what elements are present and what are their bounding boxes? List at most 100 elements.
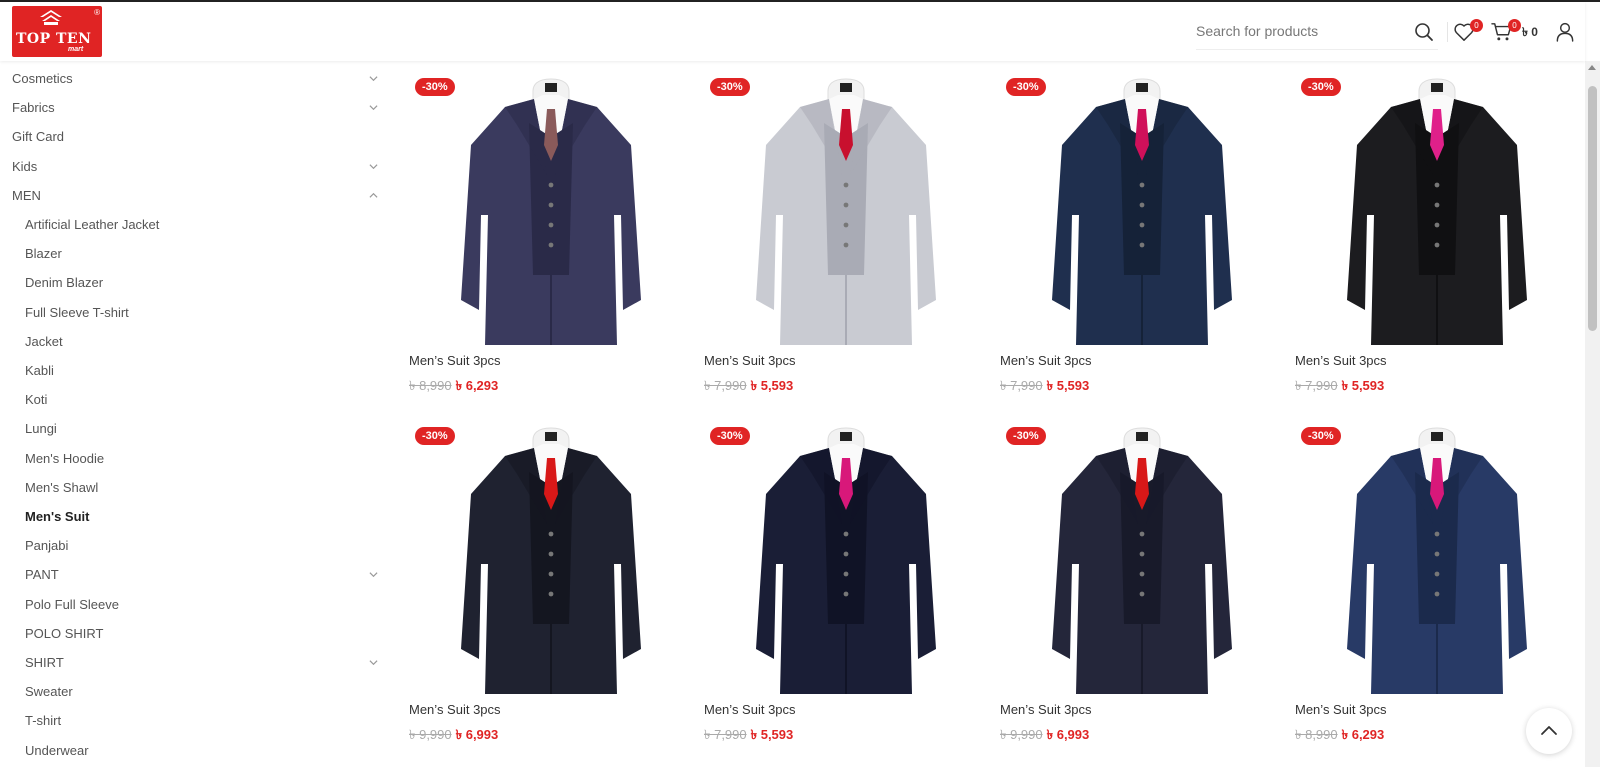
logo-subtext: mart [68,46,84,53]
discount-badge: -30% [1301,78,1341,96]
logo-roof-icon [40,10,62,25]
sidebar-item[interactable]: Panjabi [25,531,382,560]
product-image[interactable] [1295,414,1579,694]
sidebar-item[interactable]: Gift Card [12,122,382,151]
sidebar-item[interactable]: Koti [25,385,382,414]
sidebar-item-label: Panjabi [25,538,69,554]
sidebar-item-label: Men's Shawl [25,479,99,495]
product-image[interactable] [1295,65,1579,345]
old-price: ৳ 7,990 [704,378,747,393]
sidebar-item[interactable]: SHIRT [25,648,382,677]
sidebar-item-label: T-shirt [25,713,62,729]
search-icon[interactable] [1414,22,1434,42]
sidebar-item-label: Polo Full Sleeve [25,596,119,612]
sidebar-item-label: Fabrics [12,100,55,116]
discount-badge: -30% [710,427,750,445]
chevron-down-icon[interactable] [369,162,378,171]
chevron-up-icon[interactable] [369,191,378,200]
product-image[interactable] [704,414,988,694]
old-price: ৳ 9,990 [1000,727,1043,742]
scroll-up-arrow-icon[interactable] [1588,65,1596,70]
discount-badge: -30% [415,78,455,96]
sidebar-item-label: Denim Blazer [25,275,104,291]
wishlist-button[interactable]: 0 [1453,19,1483,44]
sidebar-item[interactable]: Men's Hoodie [25,444,382,473]
chevron-down-icon[interactable] [369,103,378,112]
sale-price: ৳ 6,993 [1046,727,1090,742]
product-image[interactable] [409,65,693,345]
sidebar-item[interactable]: Underwear [25,736,382,765]
product-grid: -30% Men’s Suit 3pcs ৳ 8,990 ৳ 6,293 -30% Men… [390,61,1585,767]
logo-text: TOP TEN [16,31,92,47]
discount-badge: -30% [1301,427,1341,445]
search-input[interactable] [1196,18,1401,44]
category-sidebar: Cosmetics Fabrics Gift Card Kids MEN Artifici… [0,61,390,767]
old-price: ৳ 7,990 [1295,378,1338,393]
sidebar-item[interactable]: Sweater [25,677,382,706]
sidebar-item-label: Lungi [25,421,57,437]
scroll-to-top-button[interactable] [1526,708,1572,754]
old-price: ৳ 8,990 [409,378,452,393]
sidebar-item-label: Kabli [25,363,54,378]
sidebar-item-label: Men's Suit [25,509,90,524]
site-header: TOP TEN mart ® 0 0 ৳ 0 [0,2,1585,61]
product-name[interactable]: Men’s Suit 3pcs [1295,353,1387,368]
site-logo[interactable]: TOP TEN mart ® [12,6,102,57]
product-price: ৳ 8,990 ৳ 6,293 [1295,726,1384,747]
sidebar-item[interactable]: Men's Shawl [25,473,382,502]
sidebar-item-label: Cosmetics [12,71,73,86]
sidebar-item[interactable]: Jacket [25,327,382,356]
cart-button[interactable]: 0 [1491,19,1521,44]
product-price: ৳ 7,990 ৳ 5,593 [704,377,793,398]
product-name[interactable]: Men’s Suit 3pcs [704,353,796,368]
sidebar-item[interactable]: Kids [12,152,382,181]
chevron-down-icon[interactable] [369,74,378,83]
sidebar-item-label: MEN [12,187,41,203]
sidebar-item[interactable]: Fabrics [12,93,382,122]
page-scrollbar[interactable] [1585,61,1600,767]
product-price: ৳ 7,990 ৳ 5,593 [704,726,793,747]
discount-badge: -30% [1006,78,1046,96]
sidebar-item[interactable]: Denim Blazer [25,268,382,297]
sidebar-item-label: Artificial Leather Jacket [25,217,160,232]
sidebar-item-label: Kids [12,158,38,174]
product-image[interactable] [1000,65,1284,345]
sidebar-item-label: Full Sleeve T-shirt [25,304,129,320]
product-image[interactable] [1000,414,1284,694]
product-name[interactable]: Men’s Suit 3pcs [409,702,501,717]
product-image[interactable] [409,414,693,694]
sidebar-item[interactable]: Cosmetics [12,64,382,93]
scrollbar-thumb[interactable] [1588,86,1597,331]
sidebar-item[interactable]: MEN [12,181,382,210]
cart-total[interactable]: ৳ 0 [1522,24,1538,44]
sidebar-item[interactable]: Polo Full Sleeve [25,590,382,619]
user-icon [1556,22,1574,42]
sidebar-item-label: Jacket [25,333,63,349]
chevron-down-icon[interactable] [369,658,378,667]
account-button[interactable] [1556,22,1576,44]
sidebar-item-label: Underwear [25,742,89,758]
product-name[interactable]: Men’s Suit 3pcs [704,702,796,717]
product-name[interactable]: Men’s Suit 3pcs [1000,353,1092,368]
product-price: ৳ 9,990 ৳ 6,993 [1000,726,1089,747]
sidebar-item[interactable]: Lungi [25,414,382,443]
sale-price: ৳ 5,593 [1341,378,1385,393]
sidebar-item[interactable]: Blazer [25,239,382,268]
product-name[interactable]: Men’s Suit 3pcs [1295,702,1387,717]
sidebar-item[interactable]: Full Sleeve T-shirt [25,298,382,327]
product-name[interactable]: Men’s Suit 3pcs [1000,702,1092,717]
product-image[interactable] [704,65,988,345]
sidebar-item[interactable]: POLO SHIRT [25,619,382,648]
chevron-up-icon [1541,726,1557,735]
old-price: ৳ 9,990 [409,727,452,742]
sidebar-item[interactable]: T-shirt [25,706,382,735]
sidebar-item[interactable]: Men's Suit [25,502,382,531]
sidebar-item[interactable]: Artificial Leather Jacket [25,210,382,239]
discount-badge: -30% [1006,427,1046,445]
sidebar-item[interactable]: PANT [25,560,382,589]
chevron-down-icon[interactable] [369,570,378,579]
product-name[interactable]: Men’s Suit 3pcs [409,353,501,368]
sidebar-item[interactable]: Kabli [25,356,382,385]
sidebar-item-label: SHIRT [25,655,64,670]
product-price: ৳ 9,990 ৳ 6,993 [409,726,498,747]
